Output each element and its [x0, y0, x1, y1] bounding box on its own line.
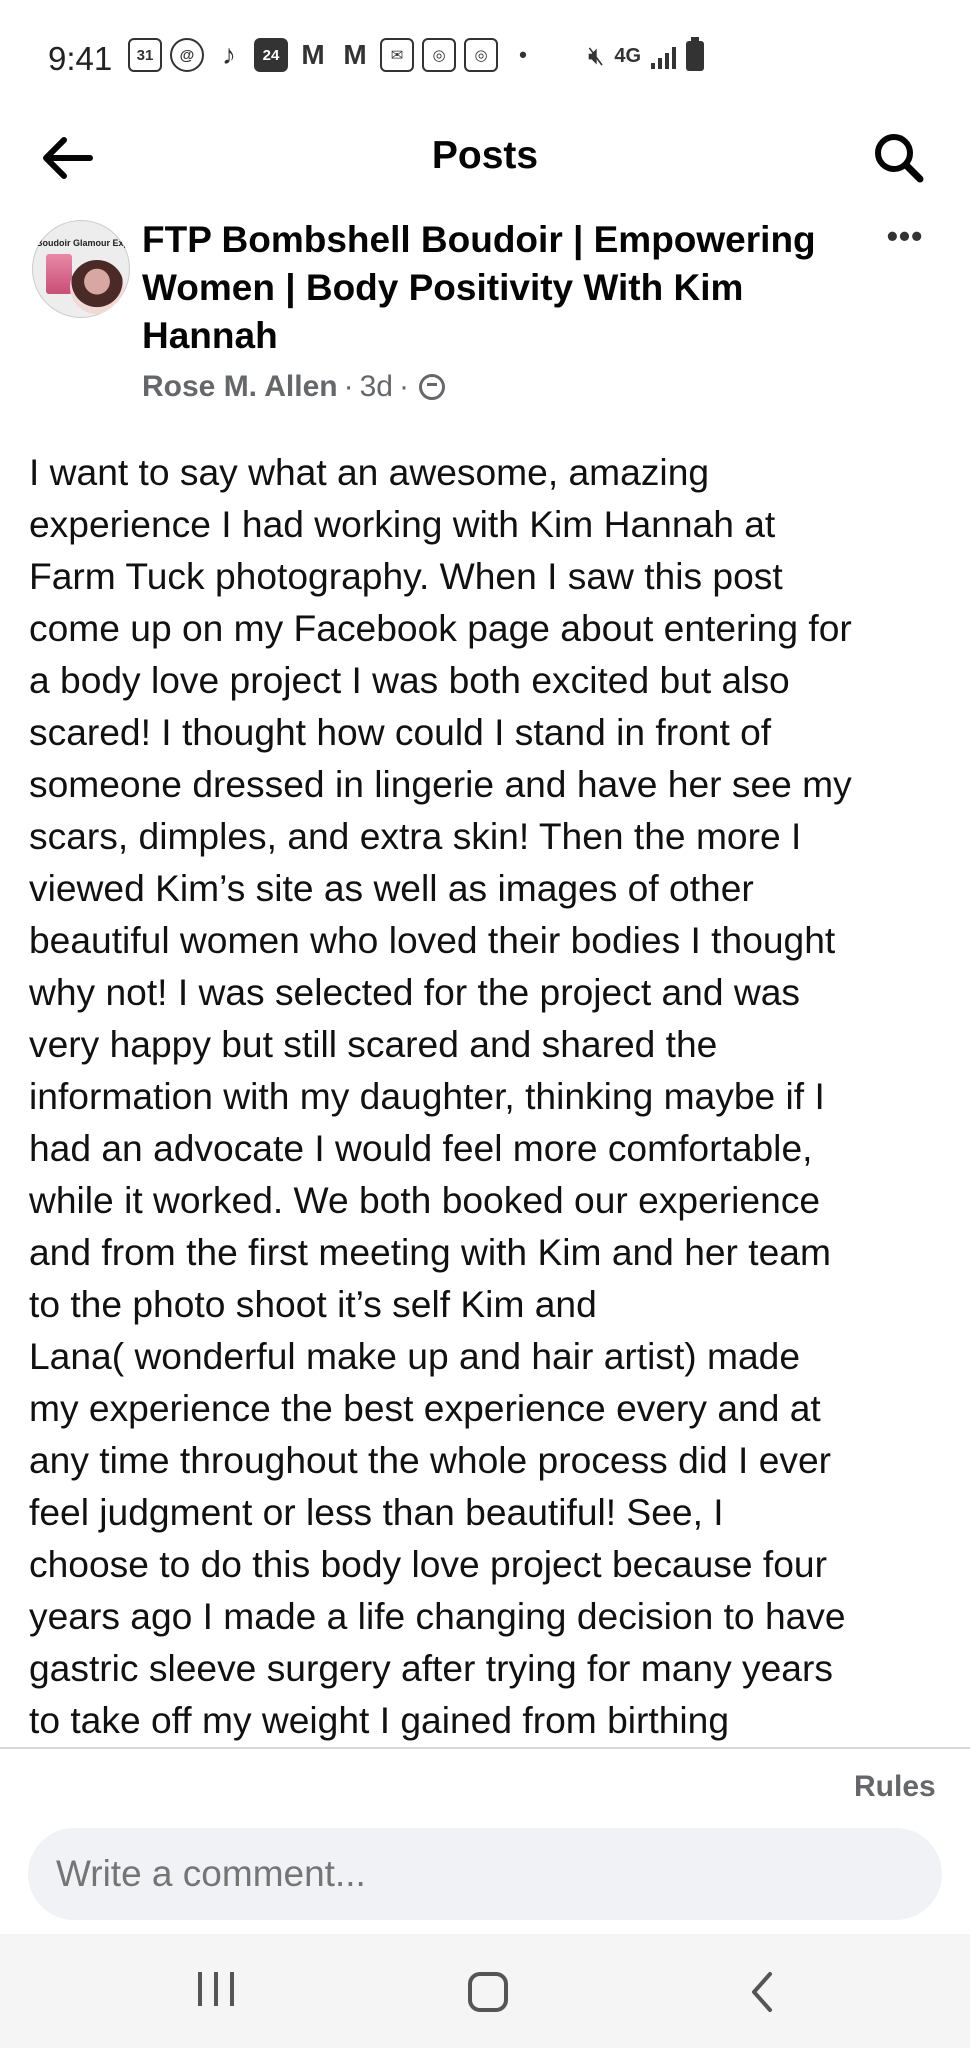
post-time[interactable]: 3d: [360, 370, 393, 404]
post-line: any time throughout the whole process di…: [29, 1439, 832, 1481]
group-icon: [418, 374, 445, 400]
threads-icon: @: [170, 38, 204, 72]
post-line: information with my daughter, thinking m…: [29, 1075, 825, 1117]
page-title: Posts: [431, 134, 539, 177]
post-line: come up on my Facebook page about enteri…: [29, 607, 852, 649]
instagram-icon: ◎: [464, 38, 498, 72]
gmail-icon: M: [343, 39, 367, 70]
post-line: a body love project I was both excited b…: [29, 659, 790, 701]
home-icon[interactable]: [468, 1972, 508, 2012]
rules-link[interactable]: Rules: [854, 1770, 936, 1804]
post-line: scared! I thought how could I stand in f…: [29, 711, 772, 753]
signal-icon: [651, 43, 677, 69]
avatar-graphic: [46, 254, 72, 294]
post-line: feel judgment or less than beautiful! Se…: [29, 1491, 724, 1533]
post-line: very happy but still scared and shared t…: [29, 1023, 718, 1065]
post-line: Lana( wonderful make up and hair artist)…: [29, 1335, 801, 1377]
post-line: while it worked. We both booked our expe…: [29, 1179, 821, 1221]
post-line: someone dressed in lingerie and have her…: [29, 763, 852, 805]
network-type: 4G: [614, 44, 642, 67]
notification-icons: 31 @ ♪ 24 M M ✉ ◎ ◎ •: [128, 38, 540, 72]
mail-icon: ✉: [380, 38, 414, 72]
post-line: experience I had working with Kim Hannah…: [29, 503, 776, 545]
post-line: my experience the best experience every …: [29, 1387, 821, 1429]
post-line: Farm Tuck photography. When I saw this p…: [29, 555, 783, 597]
instagram-icon: ◎: [422, 38, 456, 72]
post-line: years ago I made a life changing decisio…: [29, 1595, 846, 1637]
post-line: gastric sleeve surgery after trying for …: [29, 1647, 833, 1689]
system-status: 🔇︎ 4G: [588, 37, 705, 72]
tiktok-icon: ♪: [222, 39, 236, 70]
status-time: 9:41: [48, 40, 113, 77]
post-author[interactable]: Rose M. Allen: [142, 370, 338, 404]
gmail-icon: M: [301, 39, 325, 70]
system-nav-bar: [0, 1934, 970, 2048]
app-header: Posts: [0, 118, 970, 198]
post-line: and from the first meeting with Kim and …: [29, 1231, 831, 1273]
search-icon[interactable]: [870, 130, 930, 186]
battery-icon: [686, 37, 705, 71]
group-page-name[interactable]: FTP Bombshell Boudoir | Empowering Women…: [142, 216, 862, 360]
byline-separator: ·: [343, 370, 354, 403]
recents-icon[interactable]: [196, 1968, 240, 2016]
avatar-photo: [70, 260, 124, 314]
divider: [0, 1747, 970, 1749]
post-body: I want to say what an awesome, amazing e…: [29, 446, 949, 1746]
nav-back-icon[interactable]: [742, 1968, 782, 2016]
mute-icon: 🔇︎: [588, 40, 605, 70]
post-byline: Rose M. Allen · 3d ·: [142, 370, 445, 404]
byline-separator: ·: [398, 370, 409, 403]
post-line: viewed Kim’s site as well as images of o…: [29, 867, 754, 909]
post-line: why not! I was selected for the project …: [29, 971, 801, 1013]
post-line: beautiful women who loved their bodies I…: [29, 919, 836, 961]
avatar-logo-text: Boudoir Glamour Expert: [36, 238, 130, 248]
post-line: to take off my weight I gained from birt…: [29, 1699, 730, 1741]
post-line: choose to do this body love project beca…: [29, 1543, 827, 1585]
calendar-icon: 31: [128, 38, 162, 72]
comment-input[interactable]: [28, 1828, 942, 1920]
more-options-icon[interactable]: •••: [880, 218, 930, 254]
page-avatar[interactable]: Boudoir Glamour Expert: [32, 220, 130, 318]
post-line: to the photo shoot it’s self Kim and: [29, 1283, 597, 1325]
post-line: I want to say what an awesome, amazing: [29, 451, 710, 493]
post-line: had an advocate I would feel more comfor…: [29, 1127, 813, 1169]
status-bar: 9:41 31 @ ♪ 24 M M ✉ ◎ ◎ • 🔇︎ 4G: [0, 0, 970, 120]
calendar-badge-icon: 24: [254, 38, 288, 72]
dot-icon: •: [519, 42, 527, 67]
post-line: scars, dimples, and extra skin! Then the…: [29, 815, 802, 857]
